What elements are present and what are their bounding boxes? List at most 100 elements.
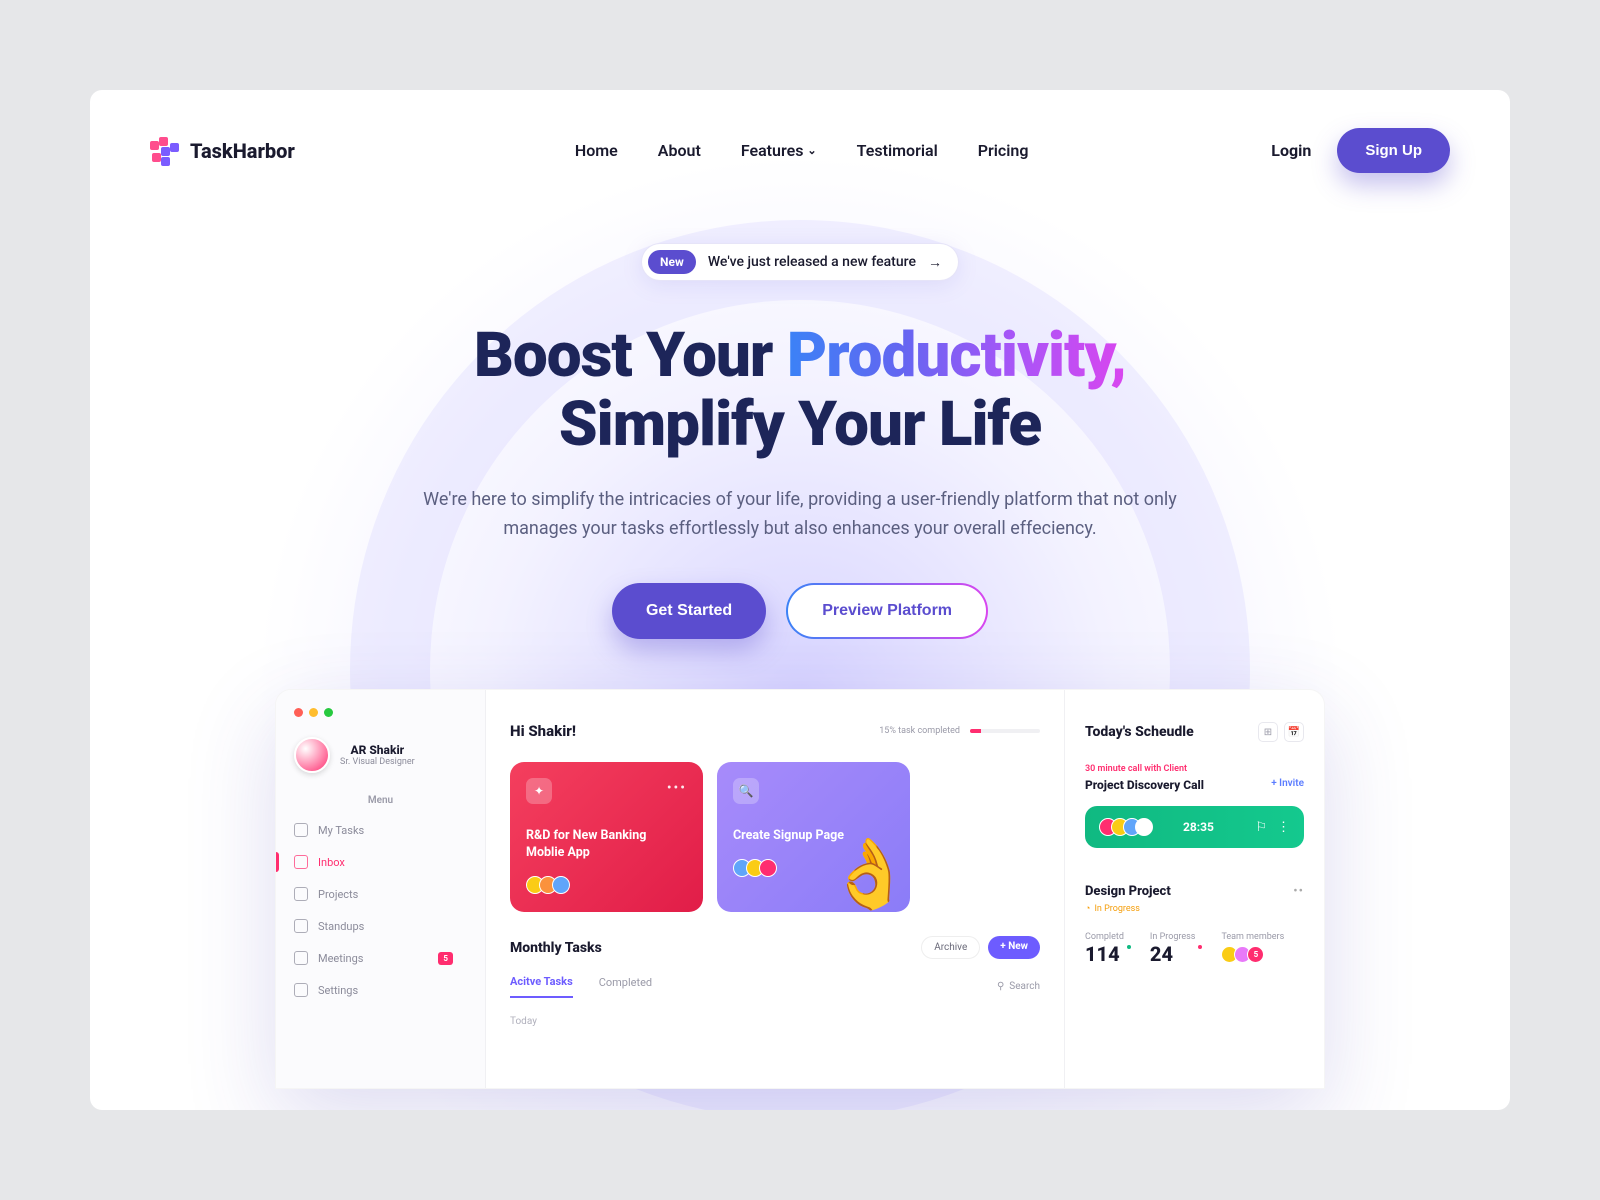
close-icon[interactable] — [294, 708, 303, 717]
headline-part-b: Simplify Your Life — [559, 388, 1041, 461]
arrow-right-icon: → — [928, 254, 942, 271]
nav-features-label: Features — [741, 141, 804, 160]
tab-active-tasks[interactable]: Acitve Tasks — [510, 975, 573, 998]
inbox-icon — [294, 855, 308, 869]
hero-subtext: We're here to simplify the intricacies o… — [390, 486, 1210, 544]
task-card-signup[interactable]: 🔍 Create Signup Page 👌 — [717, 762, 910, 912]
dashboard-preview: AR Shakir Sr. Visual Designer Menu My Ta… — [275, 689, 1325, 1089]
monthly-tasks-title: Monthly Tasks — [510, 940, 602, 956]
call-avatars — [1099, 818, 1153, 836]
tab-completed[interactable]: Completed — [599, 976, 652, 997]
maximize-icon[interactable] — [324, 708, 333, 717]
ok-hand-icon: 👌 — [827, 834, 912, 914]
project-more-icon[interactable]: •• — [1293, 884, 1304, 899]
menu-my-tasks[interactable]: My Tasks — [276, 814, 485, 846]
standups-icon — [294, 919, 308, 933]
active-call-card[interactable]: 28:35 ⚐ ⋮ — [1085, 806, 1304, 848]
task-icon — [294, 823, 308, 837]
chevron-down-icon: ⌄ — [807, 144, 816, 157]
top-nav: TaskHarbor Home About Features⌄ Testimor… — [90, 90, 1510, 173]
logo-icon — [150, 137, 180, 165]
dash-right: Today's Scheudle ⊞ 📅 30 minute call with… — [1064, 690, 1324, 1088]
login-link[interactable]: Login — [1271, 141, 1311, 160]
invite-link[interactable]: + Invite — [1271, 778, 1304, 789]
menu-label-my-tasks: My Tasks — [318, 824, 364, 837]
call-timer: 28:35 — [1183, 820, 1214, 834]
grid-icon[interactable]: ⊞ — [1258, 722, 1278, 742]
nav-home[interactable]: Home — [575, 141, 618, 160]
menu-label-standups: Standups — [318, 920, 364, 933]
pill-text: We've just released a new feature — [708, 254, 916, 270]
call-more-icon[interactable]: ⋮ — [1277, 820, 1290, 835]
search-icon-small: ⚲ — [997, 981, 1004, 992]
task-card-banking[interactable]: ✦ ••• R&D for New Banking Moblie App — [510, 762, 703, 912]
progress-bar — [970, 729, 1040, 733]
meetings-badge: 5 — [438, 952, 453, 965]
hero-section: New We've just released a new feature → … — [90, 173, 1510, 1089]
nav-actions: Login Sign Up — [1271, 128, 1450, 173]
nav-features[interactable]: Features⌄ — [741, 141, 817, 160]
tasks-search[interactable]: ⚲ Search — [997, 981, 1040, 992]
archive-button[interactable]: Archive — [921, 936, 980, 959]
clock-icon: ◔ — [1085, 903, 1090, 914]
headline-gradient: Productivity, — [787, 319, 1126, 392]
lightbulb-icon: ✦ — [526, 778, 552, 804]
menu-settings[interactable]: Settings — [276, 974, 485, 1006]
card-avatars-1 — [526, 876, 687, 894]
design-project-title: Design Project — [1085, 884, 1171, 899]
get-started-button[interactable]: Get Started — [612, 583, 766, 639]
search-label: Search — [1009, 981, 1040, 992]
menu-standups[interactable]: Standups — [276, 910, 485, 942]
inprogress-label: In Progress — [1150, 932, 1196, 942]
phone-icon[interactable]: ⚐ — [1255, 820, 1267, 835]
inprogress-value: 24 — [1150, 942, 1196, 966]
project-status: ◔In Progress — [1085, 903, 1304, 914]
more-icon[interactable]: ••• — [667, 780, 687, 796]
menu-heading: Menu — [276, 773, 485, 814]
preview-platform-button[interactable]: Preview Platform — [786, 583, 988, 639]
profile-role: Sr. Visual Designer — [340, 757, 415, 767]
calendar-icon[interactable]: 📅 — [1284, 722, 1304, 742]
nav-pricing[interactable]: Pricing — [978, 141, 1029, 160]
settings-icon — [294, 983, 308, 997]
menu-label-settings: Settings — [318, 984, 358, 997]
window-controls — [276, 708, 485, 717]
progress-text: 15% task completed — [879, 726, 960, 736]
pill-badge: New — [648, 250, 696, 274]
announcement-pill[interactable]: New We've just released a new feature → — [641, 243, 959, 281]
team-members-label: Team members — [1221, 932, 1284, 942]
profile-block[interactable]: AR Shakir Sr. Visual Designer — [276, 717, 485, 773]
cta-group: Get Started Preview Platform — [90, 583, 1510, 639]
new-task-button[interactable]: + New — [988, 936, 1040, 959]
menu-inbox[interactable]: Inbox — [276, 846, 485, 878]
dash-sidebar: AR Shakir Sr. Visual Designer Menu My Ta… — [276, 690, 486, 1088]
minimize-icon[interactable] — [309, 708, 318, 717]
hero-headline: Boost Your Productivity, Simplify Your L… — [90, 321, 1510, 460]
menu-label-projects: Projects — [318, 888, 358, 901]
menu-meetings[interactable]: Meetings 5 — [276, 942, 485, 974]
meetings-icon — [294, 951, 308, 965]
call-sublabel: 30 minute call with Client — [1085, 764, 1304, 774]
card-title-1: R&D for New Banking Moblie App — [526, 828, 687, 862]
team-avatars: 5 — [1221, 946, 1284, 963]
brand-name: TaskHarbor — [190, 139, 295, 163]
dash-main: Hi Shakir! 15% task completed ✦ ••• R&D … — [486, 690, 1064, 1088]
projects-icon — [294, 887, 308, 901]
schedule-title: Today's Scheudle — [1085, 724, 1194, 740]
menu-label-meetings: Meetings — [318, 952, 363, 965]
completed-value: 114 — [1085, 942, 1124, 966]
menu-label-inbox: Inbox — [318, 856, 345, 869]
today-label: Today — [510, 1016, 1040, 1027]
nav-about[interactable]: About — [658, 141, 701, 160]
brand-logo[interactable]: TaskHarbor — [150, 137, 295, 165]
search-icon: 🔍 — [733, 778, 759, 804]
progress-wrap: 15% task completed — [879, 726, 1040, 736]
headline-part-a: Boost Your — [474, 319, 787, 392]
team-more-count: 5 — [1247, 946, 1264, 963]
menu-projects[interactable]: Projects — [276, 878, 485, 910]
avatar — [294, 737, 330, 773]
signup-button[interactable]: Sign Up — [1337, 128, 1450, 173]
greeting: Hi Shakir! — [510, 722, 576, 740]
nav-testimonial[interactable]: Testimorial — [857, 141, 938, 160]
nav-menu: Home About Features⌄ Testimorial Pricing — [575, 141, 1029, 160]
